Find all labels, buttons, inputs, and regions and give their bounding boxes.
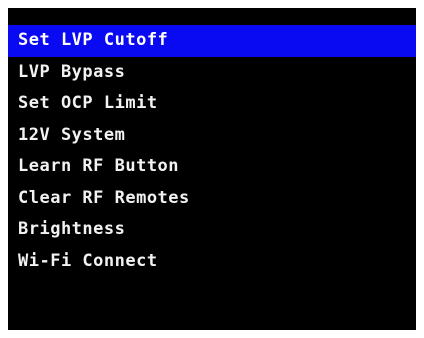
menu-item-brightness[interactable]: Brightness [8,214,416,246]
menu-item-set-lvp-cutoff[interactable]: Set LVP Cutoff [8,25,416,57]
settings-menu: Set LVP Cutoff LVP Bypass Set OCP Limit … [8,25,416,277]
menu-item-12v-system[interactable]: 12V System [8,120,416,152]
menu-item-learn-rf-button[interactable]: Learn RF Button [8,151,416,183]
menu-item-lvp-bypass[interactable]: LVP Bypass [8,57,416,89]
menu-item-wifi-connect[interactable]: Wi-Fi Connect [8,246,416,278]
device-display: Set LVP Cutoff LVP Bypass Set OCP Limit … [8,8,416,330]
menu-item-clear-rf-remotes[interactable]: Clear RF Remotes [8,183,416,215]
menu-item-set-ocp-limit[interactable]: Set OCP Limit [8,88,416,120]
